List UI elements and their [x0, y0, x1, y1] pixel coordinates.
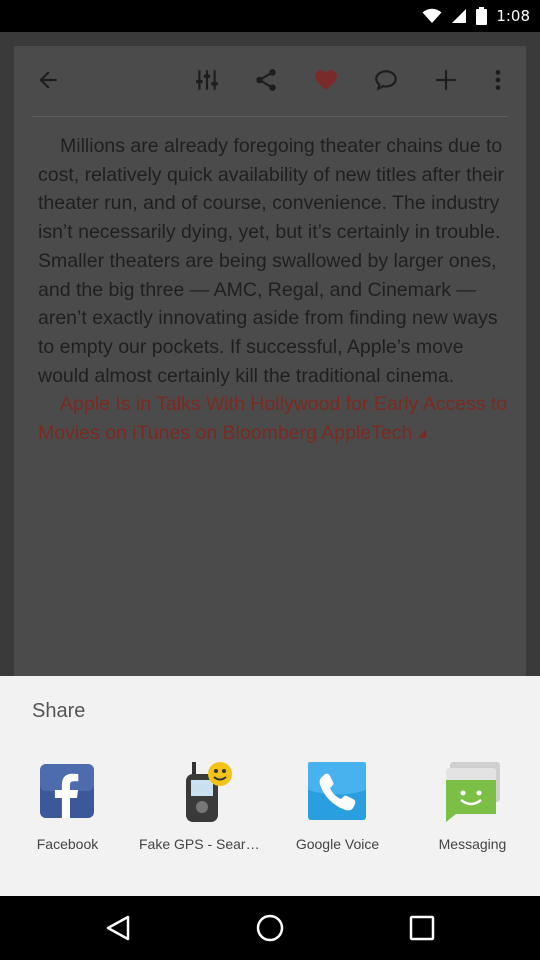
share-target-label: Facebook	[36, 836, 99, 852]
messaging-icon	[446, 762, 500, 822]
share-target-label: Google Voice	[295, 836, 380, 852]
reader-app-background: Millions are already foregoing theater c…	[0, 32, 540, 676]
share-target-label: Messaging	[438, 836, 507, 852]
share-icon[interactable]	[252, 66, 280, 94]
article-link-text: Apple Is in Talks With Hollywood for Ear…	[38, 393, 508, 445]
article-body: Millions are already foregoing theater c…	[38, 135, 505, 387]
nav-home-button[interactable]	[254, 912, 286, 944]
heart-icon[interactable]	[312, 66, 340, 94]
back-arrow-icon[interactable]	[34, 66, 62, 94]
phone-icon	[308, 762, 366, 820]
status-bar: 1:08	[0, 0, 540, 32]
recents-icon	[409, 915, 435, 941]
comment-icon[interactable]	[372, 66, 400, 94]
share-sheet: Share Facebook Fake GPS - Search Locatio…	[0, 676, 540, 896]
share-target-fake-gps[interactable]: Fake GPS - Search Location	[135, 760, 270, 870]
add-icon[interactable]	[432, 66, 460, 94]
wifi-icon	[422, 8, 442, 23]
sliders-icon[interactable]	[193, 66, 221, 94]
back-icon	[106, 915, 130, 941]
nav-recents-button[interactable]	[406, 912, 438, 944]
cell-signal-icon	[452, 9, 467, 23]
share-target-google-voice[interactable]: Google Voice	[270, 760, 405, 870]
share-target-label: Fake GPS - Search Location	[139, 836, 270, 852]
share-target-messaging[interactable]: Messaging	[405, 760, 540, 870]
home-icon	[256, 914, 284, 942]
nav-back-button[interactable]	[102, 912, 134, 944]
battery-icon	[476, 7, 488, 25]
status-time: 1:08	[496, 7, 530, 25]
toolbar-divider	[32, 116, 508, 117]
facebook-icon	[40, 764, 94, 818]
share-sheet-title: Share	[32, 700, 86, 722]
article-card: Millions are already foregoing theater c…	[14, 46, 526, 676]
gps-device-icon	[186, 762, 232, 822]
navigation-bar	[0, 896, 540, 960]
article-toolbar	[14, 46, 526, 116]
article-content: Millions are already foregoing theater c…	[38, 132, 508, 448]
share-target-facebook[interactable]: Facebook	[0, 760, 135, 870]
more-vert-icon[interactable]	[484, 66, 512, 94]
article-source-link[interactable]: Apple Is in Talks With Hollywood for Ear…	[38, 390, 508, 448]
link-arrow-icon: ◢	[417, 427, 427, 440]
